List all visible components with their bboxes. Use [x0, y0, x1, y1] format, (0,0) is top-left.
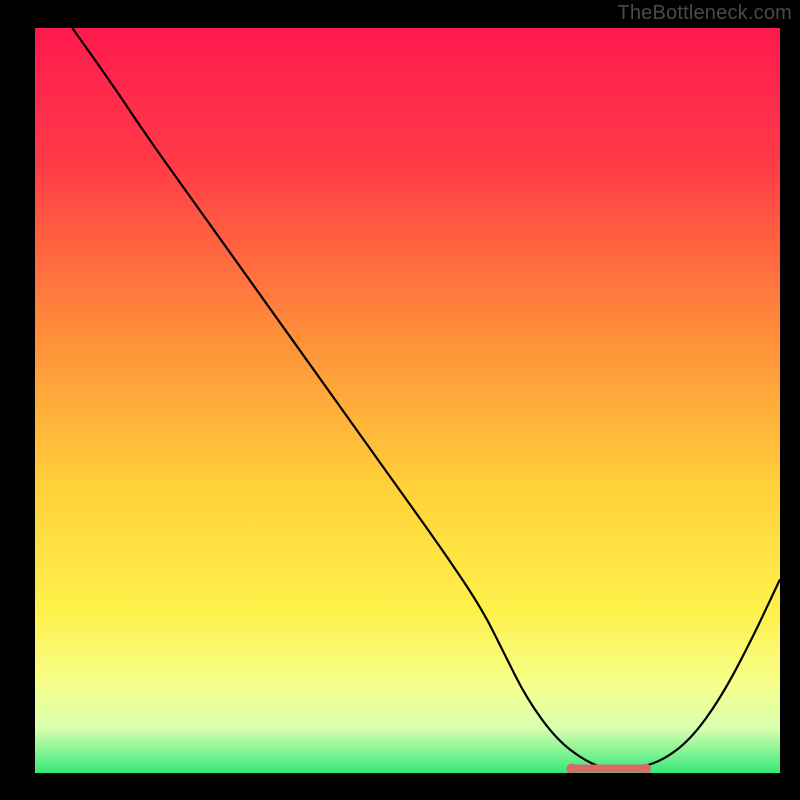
optimal-range-marker — [566, 764, 651, 773]
bottleneck-chart-svg — [35, 28, 780, 773]
gradient-background — [35, 28, 780, 773]
chart-container: TheBottleneck.com — [0, 0, 800, 800]
plot-area — [35, 28, 780, 773]
watermark-text: TheBottleneck.com — [617, 2, 792, 25]
